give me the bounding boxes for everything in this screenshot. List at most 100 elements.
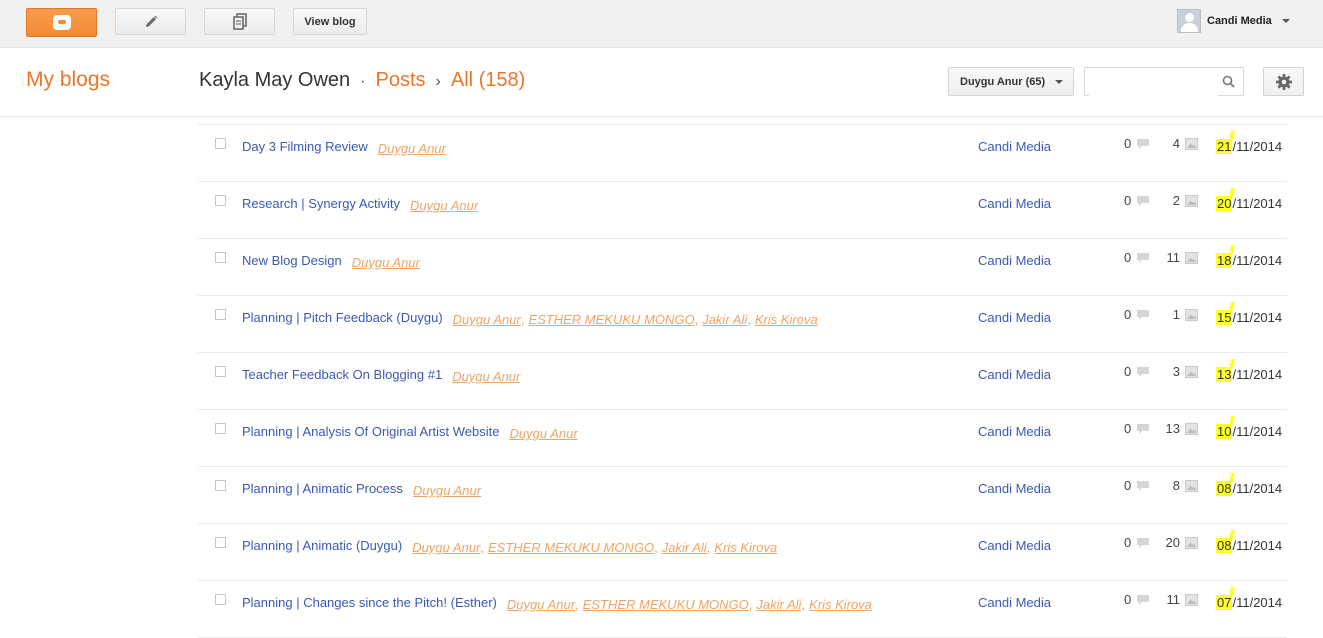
date-day-highlighted: 18 bbox=[1216, 253, 1233, 268]
post-checkbox[interactable] bbox=[215, 252, 226, 263]
post-author-link[interactable]: Candi Media bbox=[978, 367, 1051, 382]
date-day-highlighted: 10 bbox=[1216, 424, 1233, 439]
breadcrumb-all[interactable]: All (158) bbox=[451, 69, 525, 92]
view-blog-button[interactable]: View blog bbox=[293, 8, 367, 35]
post-title-link[interactable]: Planning | Analysis Of Original Artist W… bbox=[242, 424, 499, 439]
post-row[interactable]: Research | Synergy Activity Duygu Anur Can… bbox=[198, 182, 1287, 239]
post-title-link[interactable]: Research | Synergy Activity bbox=[242, 196, 400, 211]
post-title-line: Planning | Animatic Process Duygu Anur bbox=[242, 478, 481, 498]
post-label-link[interactable]: ESTHER MEKUKU MONGO bbox=[488, 540, 654, 555]
breadcrumb-separator: · bbox=[360, 73, 366, 90]
post-label-link[interactable]: Kris Kirova bbox=[755, 312, 818, 327]
view-count-value: 2 bbox=[1172, 193, 1180, 208]
post-row[interactable]: Planning | Animatic Process Duygu Anur Can… bbox=[198, 467, 1287, 524]
post-row[interactable]: Planning | Analysis Of Original Artist W… bbox=[198, 410, 1287, 467]
post-label-link[interactable]: Kris Kirova bbox=[714, 540, 777, 555]
post-row[interactable]: New Blog Design Duygu Anur Candi Media 0 11 1… bbox=[198, 239, 1287, 296]
post-title-link[interactable]: Planning | Changes since the Pitch! (Est… bbox=[242, 595, 497, 610]
date-rest: /11/2014 bbox=[1232, 139, 1283, 154]
post-label-link[interactable]: Duygu Anur bbox=[509, 426, 577, 441]
post-label-link[interactable]: Duygu Anur bbox=[452, 369, 520, 384]
post-date: 07/11/2014 bbox=[1216, 595, 1282, 610]
date-day-highlighted: 20 bbox=[1216, 196, 1233, 211]
settings-button[interactable] bbox=[1263, 67, 1304, 96]
pencil-icon bbox=[145, 15, 157, 27]
date-rest: /11/2014 bbox=[1232, 196, 1283, 211]
view-count: 4 bbox=[1148, 136, 1198, 151]
view-count-value: 3 bbox=[1172, 364, 1180, 379]
post-checkbox[interactable] bbox=[215, 537, 226, 548]
date-rest: /11/2014 bbox=[1232, 595, 1283, 610]
post-label-link[interactable]: Jakir Ali bbox=[702, 312, 747, 327]
comment-count-value: 0 bbox=[1124, 136, 1132, 151]
label-separator: , bbox=[748, 597, 753, 612]
post-label-link[interactable]: Duygu Anur bbox=[378, 141, 446, 156]
post-label-link[interactable]: Duygu Anur bbox=[453, 312, 521, 327]
post-row[interactable]: Planning | Pitch Feedback (Duygu) Duygu A… bbox=[198, 296, 1287, 353]
image-icon bbox=[1185, 593, 1198, 606]
post-author-link[interactable]: Candi Media bbox=[978, 310, 1051, 325]
image-icon bbox=[1185, 536, 1198, 549]
search-input[interactable] bbox=[1089, 69, 1218, 96]
image-icon bbox=[1185, 251, 1198, 264]
post-label-link[interactable]: Kris Kirova bbox=[809, 597, 872, 612]
date-day-highlighted: 08 bbox=[1216, 538, 1233, 553]
blogger-home-button[interactable] bbox=[26, 8, 97, 37]
post-checkbox[interactable] bbox=[215, 423, 226, 434]
account-menu[interactable]: Candi Media bbox=[1177, 9, 1290, 33]
post-author-link[interactable]: Candi Media bbox=[978, 139, 1051, 154]
post-author-link[interactable]: Candi Media bbox=[978, 196, 1051, 211]
new-post-button[interactable] bbox=[115, 8, 186, 35]
post-title-line: Day 3 Filming Review Duygu Anur bbox=[242, 136, 446, 156]
comment-count: 0 bbox=[1124, 193, 1150, 208]
chevron-down-icon bbox=[1055, 79, 1064, 84]
post-title-link[interactable]: Planning | Animatic Process bbox=[242, 481, 403, 496]
my-blogs-link[interactable]: My blogs bbox=[26, 68, 110, 92]
post-author-link[interactable]: Candi Media bbox=[978, 481, 1051, 496]
page-header: My blogs Kayla May Owen · Posts › All (1… bbox=[0, 48, 1323, 117]
post-label-link[interactable]: Jakir Ali bbox=[662, 540, 707, 555]
post-checkbox[interactable] bbox=[215, 594, 226, 605]
post-title-link[interactable]: New Blog Design bbox=[242, 253, 342, 268]
date-rest: /11/2014 bbox=[1232, 481, 1283, 496]
post-checkbox[interactable] bbox=[215, 366, 226, 377]
post-checkbox[interactable] bbox=[215, 309, 226, 320]
breadcrumb-posts[interactable]: Posts bbox=[376, 69, 426, 92]
post-row[interactable]: Teacher Feedback On Blogging #1 Duygu Anu… bbox=[198, 353, 1287, 410]
blog-title: Kayla May Owen bbox=[199, 69, 351, 91]
view-count-value: 11 bbox=[1166, 592, 1181, 607]
post-row[interactable]: Planning | Animatic (Duygu) Duygu Anur, ES… bbox=[198, 524, 1287, 581]
post-checkbox[interactable] bbox=[215, 195, 226, 206]
post-checkbox[interactable] bbox=[215, 480, 226, 491]
post-author-link[interactable]: Candi Media bbox=[978, 595, 1051, 610]
post-title-link[interactable]: Day 3 Filming Review bbox=[242, 139, 368, 154]
post-label-link[interactable]: ESTHER MEKUKU MONGO bbox=[583, 597, 749, 612]
post-date: 08/11/2014 bbox=[1216, 538, 1282, 553]
view-posts-button[interactable] bbox=[204, 8, 275, 35]
post-label-link[interactable]: Duygu Anur bbox=[410, 198, 478, 213]
post-label-link[interactable]: Jakir Ali bbox=[756, 597, 801, 612]
label-separator: , bbox=[747, 312, 751, 327]
post-title-line: Planning | Animatic (Duygu) Duygu Anur, ES… bbox=[242, 535, 777, 555]
post-label-link[interactable]: Duygu Anur bbox=[352, 255, 420, 270]
post-label-link[interactable]: Duygu Anur bbox=[412, 540, 480, 555]
post-title-link[interactable]: Teacher Feedback On Blogging #1 bbox=[242, 367, 442, 382]
comment-count-value: 0 bbox=[1124, 535, 1132, 550]
post-label-link[interactable]: Duygu Anur bbox=[413, 483, 481, 498]
post-title-link[interactable]: Planning | Pitch Feedback (Duygu) bbox=[242, 310, 443, 325]
date-day-highlighted: 08 bbox=[1216, 481, 1233, 496]
post-row[interactable]: Planning | Changes since the Pitch! (Est… bbox=[198, 581, 1287, 638]
post-label-link[interactable]: Duygu Anur bbox=[507, 597, 575, 612]
search-box[interactable] bbox=[1084, 67, 1244, 96]
post-checkbox[interactable] bbox=[215, 138, 226, 149]
view-count-value: 13 bbox=[1165, 421, 1180, 436]
post-label-link[interactable]: ESTHER MEKUKU MONGO bbox=[528, 312, 694, 327]
author-filter-dropdown[interactable]: Duygu Anur (65) bbox=[948, 67, 1074, 96]
post-title-link[interactable]: Planning | Animatic (Duygu) bbox=[242, 538, 402, 553]
post-author-link[interactable]: Candi Media bbox=[978, 424, 1051, 439]
label-separator: , bbox=[520, 312, 525, 327]
post-author-link[interactable]: Candi Media bbox=[978, 253, 1051, 268]
post-author-link[interactable]: Candi Media bbox=[978, 538, 1051, 553]
post-row[interactable]: Day 3 Filming Review Duygu Anur Candi Medi… bbox=[198, 125, 1287, 182]
search-icon[interactable] bbox=[1222, 75, 1235, 88]
